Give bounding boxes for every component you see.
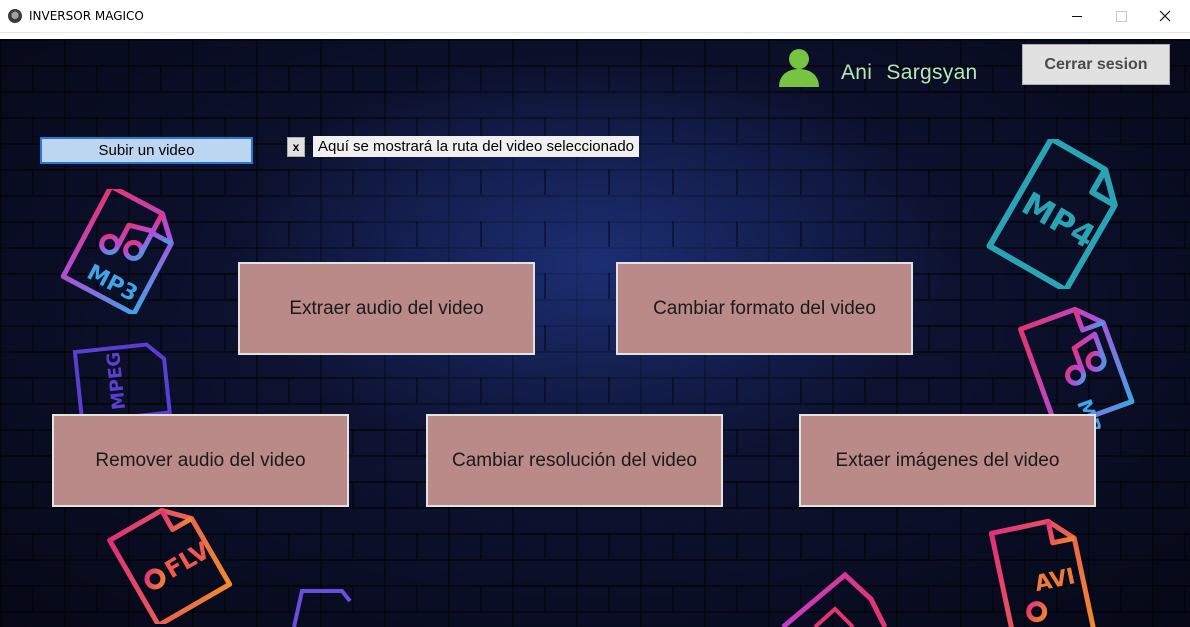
remove-audio-button[interactable]: Remover audio del video xyxy=(52,414,349,507)
file-icon-fragment-bottom xyxy=(781,571,888,627)
mp4-file-icon: MP4 xyxy=(986,139,1118,289)
minimize-icon xyxy=(1072,15,1082,17)
video-path-label: Aquí se mostrará la ruta del video selec… xyxy=(313,136,640,157)
user-last-name: Sargsyan xyxy=(886,61,978,84)
extract-audio-button[interactable]: Extraer audio del video xyxy=(238,262,535,355)
mp3-file-icon-right: MP3 xyxy=(1018,306,1135,429)
app-icon xyxy=(8,9,22,23)
mp3-file-icon: MP3 xyxy=(60,189,174,314)
upload-video-button[interactable]: Subir un video xyxy=(40,137,253,164)
svg-text:MPEG: MPEG xyxy=(103,351,130,411)
main-canvas: MP3 MPEG FLV MP4 MP3 AVI Ani Sargsyan Ce… xyxy=(0,39,1190,627)
change-resolution-button[interactable]: Cambiar resolución del video xyxy=(426,414,723,507)
svg-text:AVI: AVI xyxy=(1032,564,1077,597)
extract-images-button[interactable]: Extaer imágenes del video xyxy=(799,414,1096,507)
user-name: Ani Sargsyan xyxy=(841,61,978,85)
logout-button[interactable]: Cerrar sesion xyxy=(1022,44,1170,85)
flv-file-icon: FLV xyxy=(107,507,233,624)
svg-text:MP4: MP4 xyxy=(1015,184,1101,256)
close-button[interactable] xyxy=(1142,0,1188,32)
maximize-button[interactable] xyxy=(1098,0,1144,32)
user-icon xyxy=(779,49,819,87)
close-icon xyxy=(1159,10,1171,22)
user-first-name: Ani xyxy=(841,61,873,84)
avi-file-icon: AVI xyxy=(988,518,1097,627)
change-format-button[interactable]: Cambiar formato del video xyxy=(616,262,913,355)
file-icon-fragment xyxy=(292,589,352,627)
title-bar: INVERSOR MAGICO xyxy=(0,0,1190,33)
clear-path-button[interactable]: x xyxy=(287,137,305,157)
window-title: INVERSOR MAGICO xyxy=(29,9,144,23)
minimize-button[interactable] xyxy=(1054,0,1100,32)
mpeg-file-icon: MPEG xyxy=(72,342,172,419)
maximize-icon xyxy=(1115,10,1127,22)
